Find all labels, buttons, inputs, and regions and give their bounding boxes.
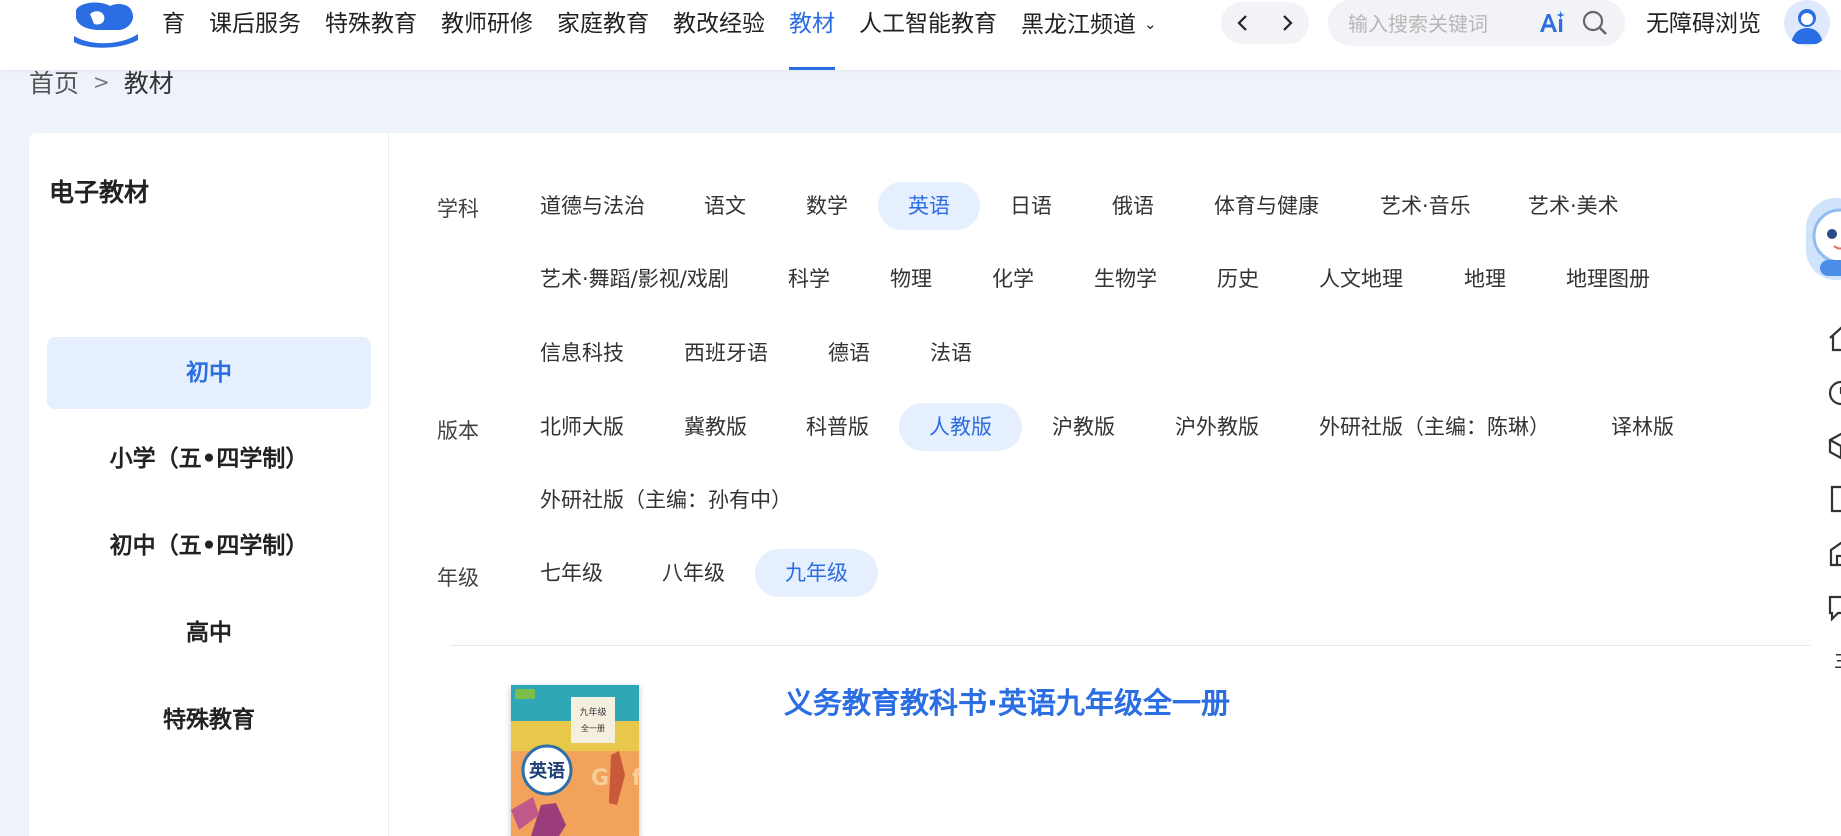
nav-item-after-school[interactable]: 课后服务 xyxy=(197,0,313,70)
cube-icon[interactable] xyxy=(1826,431,1841,461)
nav-item-ai-education[interactable]: 人工智能教育 xyxy=(847,0,1009,70)
cover-volume-text: 全一册 xyxy=(581,723,605,733)
top-navigation-bar: 育 课后服务 特殊教育 教师研修 家庭教育 教改经验 教材 人工智能教育 黑龙江… xyxy=(0,0,1841,70)
building-icon[interactable] xyxy=(1826,538,1841,568)
edition-option[interactable]: 科普版 xyxy=(776,403,899,451)
toolbar-partial-label: 主 xyxy=(1834,644,1841,673)
clock-icon[interactable] xyxy=(1826,378,1841,408)
subject-option[interactable]: 数学 xyxy=(776,182,878,230)
grade-option[interactable]: 八年级 xyxy=(632,549,755,597)
nav-item-heilongjiang-channel[interactable]: 黑龙江频道 ⌄ xyxy=(1009,0,1169,70)
subject-option[interactable]: 艺术·美术 xyxy=(1498,182,1649,230)
edition-filter-label: 版本 xyxy=(437,419,479,443)
subject-option[interactable]: 人文地理 xyxy=(1289,255,1433,303)
subject-option[interactable]: 地理 xyxy=(1434,255,1536,303)
subject-option[interactable]: 法语 xyxy=(900,329,1002,377)
chevron-left-icon[interactable] xyxy=(1228,8,1258,38)
sidebar-item-junior-high[interactable]: 初中 xyxy=(47,337,371,409)
sidebar-item-senior-high[interactable]: 高中 xyxy=(47,597,371,669)
subject-option[interactable]: 道德与法治 xyxy=(510,182,675,230)
breadcrumb-home[interactable]: 首页 xyxy=(29,64,79,100)
subject-option[interactable]: 艺术·音乐 xyxy=(1350,182,1501,230)
edition-option[interactable]: 译林版 xyxy=(1581,403,1704,451)
breadcrumb-separator: > xyxy=(93,70,110,94)
grade-option[interactable]: 七年级 xyxy=(510,549,633,597)
nav-item-reform-experience[interactable]: 教改经验 xyxy=(661,0,777,70)
subject-option[interactable]: 德语 xyxy=(798,329,900,377)
subject-option[interactable]: 历史 xyxy=(1187,255,1289,303)
subject-option[interactable]: 俄语 xyxy=(1082,182,1184,230)
edition-option[interactable]: 北师大版 xyxy=(510,403,654,451)
nav-item-teacher-training[interactable]: 教师研修 xyxy=(429,0,545,70)
accessible-browsing-link[interactable]: 无障碍浏览 xyxy=(1646,0,1761,48)
main-nav: 育 课后服务 特殊教育 教师研修 家庭教育 教改经验 教材 人工智能教育 黑龙江… xyxy=(150,0,1169,70)
edition-option[interactable]: 外研社版（主编：孙有中） xyxy=(510,476,822,524)
chevron-right-icon[interactable] xyxy=(1272,8,1302,38)
search-input[interactable] xyxy=(1346,9,1530,39)
sidebar-item-special-education[interactable]: 特殊教育 xyxy=(47,684,371,756)
subject-option[interactable]: 艺术·舞蹈/影视/戏剧 xyxy=(510,255,759,303)
edition-option-selected[interactable]: 人教版 xyxy=(899,403,1022,451)
subject-filter-label: 学科 xyxy=(437,197,479,221)
search-icon[interactable] xyxy=(1580,8,1610,38)
subject-option[interactable]: 生物学 xyxy=(1064,255,1187,303)
nav-more-label: 黑龙江频道 xyxy=(1021,12,1136,38)
subject-option[interactable]: 化学 xyxy=(962,255,1064,303)
cover-subject-text: 英语 xyxy=(528,760,565,782)
subject-option-selected[interactable]: 英语 xyxy=(878,182,980,230)
grade-filter-label: 年级 xyxy=(437,566,479,590)
subject-option[interactable]: 日语 xyxy=(980,182,1082,230)
home-icon[interactable] xyxy=(1826,324,1841,354)
edition-option[interactable]: 外研社版（主编：陈琳） xyxy=(1289,403,1580,451)
subject-option[interactable]: 地理图册 xyxy=(1536,255,1680,303)
edition-option[interactable]: 沪外教版 xyxy=(1145,403,1289,451)
subject-option[interactable]: 西班牙语 xyxy=(654,329,798,377)
nav-scroll-arrows xyxy=(1221,2,1309,44)
subject-option[interactable]: 物理 xyxy=(860,255,962,303)
sidebar-item-junior-high-54[interactable]: 初中（五•四学制） xyxy=(47,510,371,582)
subject-option[interactable]: 体育与健康 xyxy=(1184,182,1349,230)
sidebar: 电子教材 小学 初中 小学（五•四学制） 初中（五•四学制） 高中 特殊教育 xyxy=(29,133,389,836)
edition-option[interactable]: 冀教版 xyxy=(654,403,777,451)
sidebar-item-primary-54[interactable]: 小学（五•四学制） xyxy=(47,423,371,495)
chevron-down-icon: ⌄ xyxy=(1144,15,1157,33)
assistant-mascot-icon[interactable] xyxy=(1806,198,1841,280)
document-icon[interactable] xyxy=(1826,484,1841,514)
sidebar-title: 电子教材 xyxy=(49,178,150,207)
ai-search-icon[interactable] xyxy=(1536,8,1568,38)
edition-option[interactable]: 沪教版 xyxy=(1022,403,1145,451)
subject-option[interactable]: 信息科技 xyxy=(510,329,654,377)
nav-item-textbooks[interactable]: 教材 xyxy=(777,0,847,70)
user-avatar[interactable] xyxy=(1784,0,1830,46)
breadcrumb-current: 教材 xyxy=(123,69,174,98)
site-logo[interactable] xyxy=(70,0,142,48)
breadcrumb: 首页 > 教材 xyxy=(29,64,174,100)
subject-option[interactable]: 语文 xyxy=(674,182,776,230)
book-title-link[interactable]: 义务教育教科书·英语九年级全一册 xyxy=(784,680,1230,722)
chat-icon[interactable] xyxy=(1826,592,1841,622)
grade-option-selected[interactable]: 九年级 xyxy=(755,549,878,597)
subject-option[interactable]: 科学 xyxy=(758,255,860,303)
nav-item-family-education[interactable]: 家庭教育 xyxy=(545,0,661,70)
nav-item-education[interactable]: 育 xyxy=(150,0,197,70)
divider xyxy=(450,645,1810,646)
cover-grade-text: 九年级 xyxy=(579,706,606,718)
nav-item-special-education[interactable]: 特殊教育 xyxy=(313,0,429,70)
book-cover-image[interactable]: 九年级 全一册 英语 Go for it! xyxy=(511,685,639,836)
search-box xyxy=(1328,0,1625,46)
textbook-panel: 电子教材 小学 初中 小学（五•四学制） 初中（五•四学制） 高中 特殊教育 xyxy=(29,133,1841,836)
